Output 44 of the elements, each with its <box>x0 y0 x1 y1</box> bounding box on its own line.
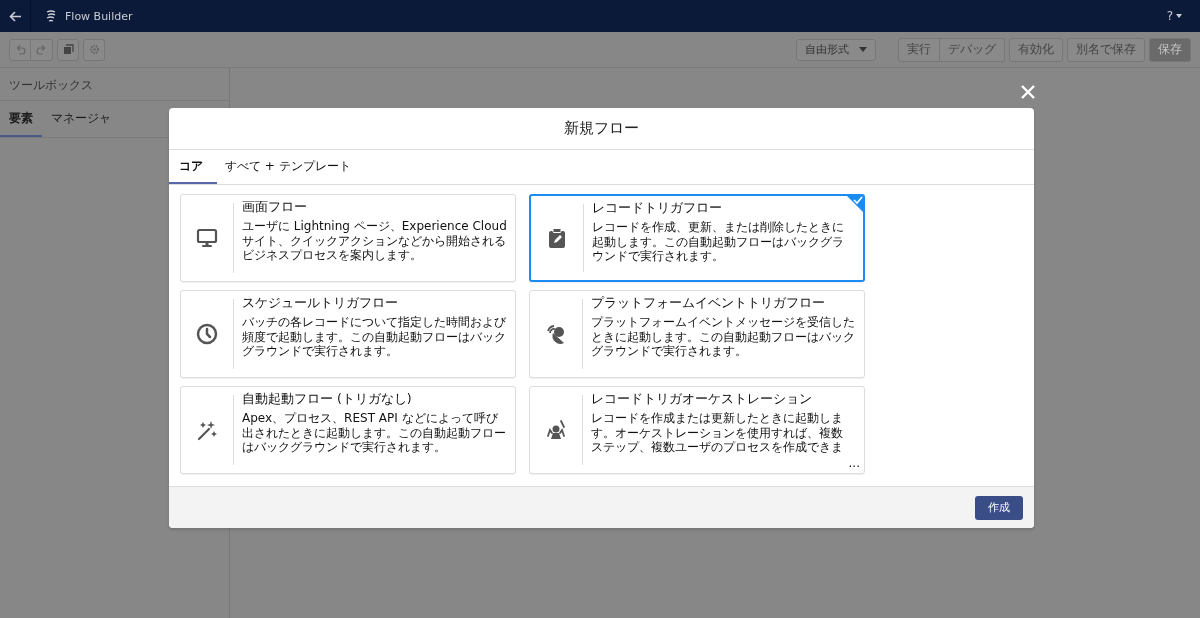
card-description: Apex、プロセス、REST API などによって呼び出されたときに起動します。この自動起動フローはバックグラウンドで実行されます。 <box>242 411 507 455</box>
flow-type-card[interactable]: プラットフォームイベントトリガフロー プラットフォームイベントメッセージを受信したときに起動します。この自動起動フローはバックグラウンドで実行されます。 <box>529 290 865 378</box>
panel-tab[interactable]: マネージャ <box>42 101 120 137</box>
card-title: 画面フロー <box>242 199 308 216</box>
settings-icon <box>88 44 100 55</box>
flow-type-card[interactable]: スケジュールトリガフロー バッチの各レコードについて指定した時間および頻度で起動します。この自動起動フローはバックグラウンドで実行されます。 <box>180 290 516 378</box>
card-title: レコードトリガオーケストレーション <box>591 391 813 408</box>
dialog-title: 新規フロー <box>564 119 639 138</box>
copy-button[interactable] <box>57 38 79 61</box>
undo-button[interactable] <box>9 38 31 61</box>
card-title: スケジュールトリガフロー <box>242 295 399 312</box>
back-arrow-icon <box>8 10 22 22</box>
help-menu[interactable]: ? <box>1166 9 1182 23</box>
app-title: Flow Builder <box>65 9 133 23</box>
flow-type-card[interactable]: レコードトリガフロー レコードを作成、更新、または削除したときに起動します。この自動起動フローはバックグラウンドで実行されます。 <box>529 194 865 282</box>
card-description: バッチの各レコードについて指定した時間および頻度で起動します。この自動起動フローはバックグラウンドで実行されます。 <box>242 315 507 359</box>
card-title: 自動起動フロー (トリガなし) <box>242 391 413 408</box>
card-description: プラットフォームイベントメッセージを受信したときに起動します。この自動起動フローはバックグラウンドで実行されます。 <box>591 315 856 359</box>
caret-icon <box>859 47 867 52</box>
redo-button[interactable] <box>31 38 53 61</box>
layout-dropdown[interactable]: 自由形式 <box>796 38 876 61</box>
panel-title: ツールボックス <box>0 68 229 101</box>
panel-tab[interactable]: 要素 <box>0 101 42 137</box>
undo-icon <box>14 44 26 55</box>
screen-icon <box>195 226 219 250</box>
selected-check-icon <box>846 196 863 213</box>
card-title: プラットフォームイベントトリガフロー <box>591 295 826 312</box>
copy-icon <box>62 44 74 55</box>
card-description: レコードを作成または更新したときに起動します。オーケストレーションを使用すれば、複数ステップ、複数ユーザのプロセスを作成できま <box>591 411 844 455</box>
card-title: レコードトリガフロー <box>592 200 723 217</box>
settings-button[interactable] <box>83 38 105 61</box>
dialog-tab[interactable]: すべて + テンプレート <box>217 150 359 184</box>
redo-icon <box>36 44 47 55</box>
card-description: レコードを作成、更新、または削除したときに起動します。この自動起動フローはバックグラウンドで実行されます。 <box>592 220 845 264</box>
flow-type-card[interactable]: レコードトリガオーケストレーション レコードを作成または更新したときに起動します。オーケストレーションを使用すれば、複数ステップ、複数ユーザのプロセスを作成できま ... <box>529 386 865 474</box>
flow-type-card[interactable]: 画面フロー ユーザに Lightning ページ、Experience Cloud サイト、クイックアクションなどから開始されるビジネスプロセスを案内します。 <box>180 194 516 282</box>
create-button[interactable]: 作成 <box>975 495 1023 520</box>
schedule-icon <box>195 322 219 346</box>
caret-icon <box>1176 14 1182 18</box>
flow-type-card[interactable]: 自動起動フロー (トリガなし) Apex、プロセス、REST API などによって呼び出されたときに起動します。この自動起動フローはバックグラウンドで実行されます。 <box>180 386 516 474</box>
ellipsis: ... <box>848 456 860 470</box>
flow-logo-icon <box>45 10 57 22</box>
card-description: ユーザに Lightning ページ、Experience Cloud サイト、クイックアクションなどから開始されるビジネスプロセスを案内します。 <box>242 219 508 263</box>
dialog-tab[interactable]: コア <box>169 150 217 184</box>
